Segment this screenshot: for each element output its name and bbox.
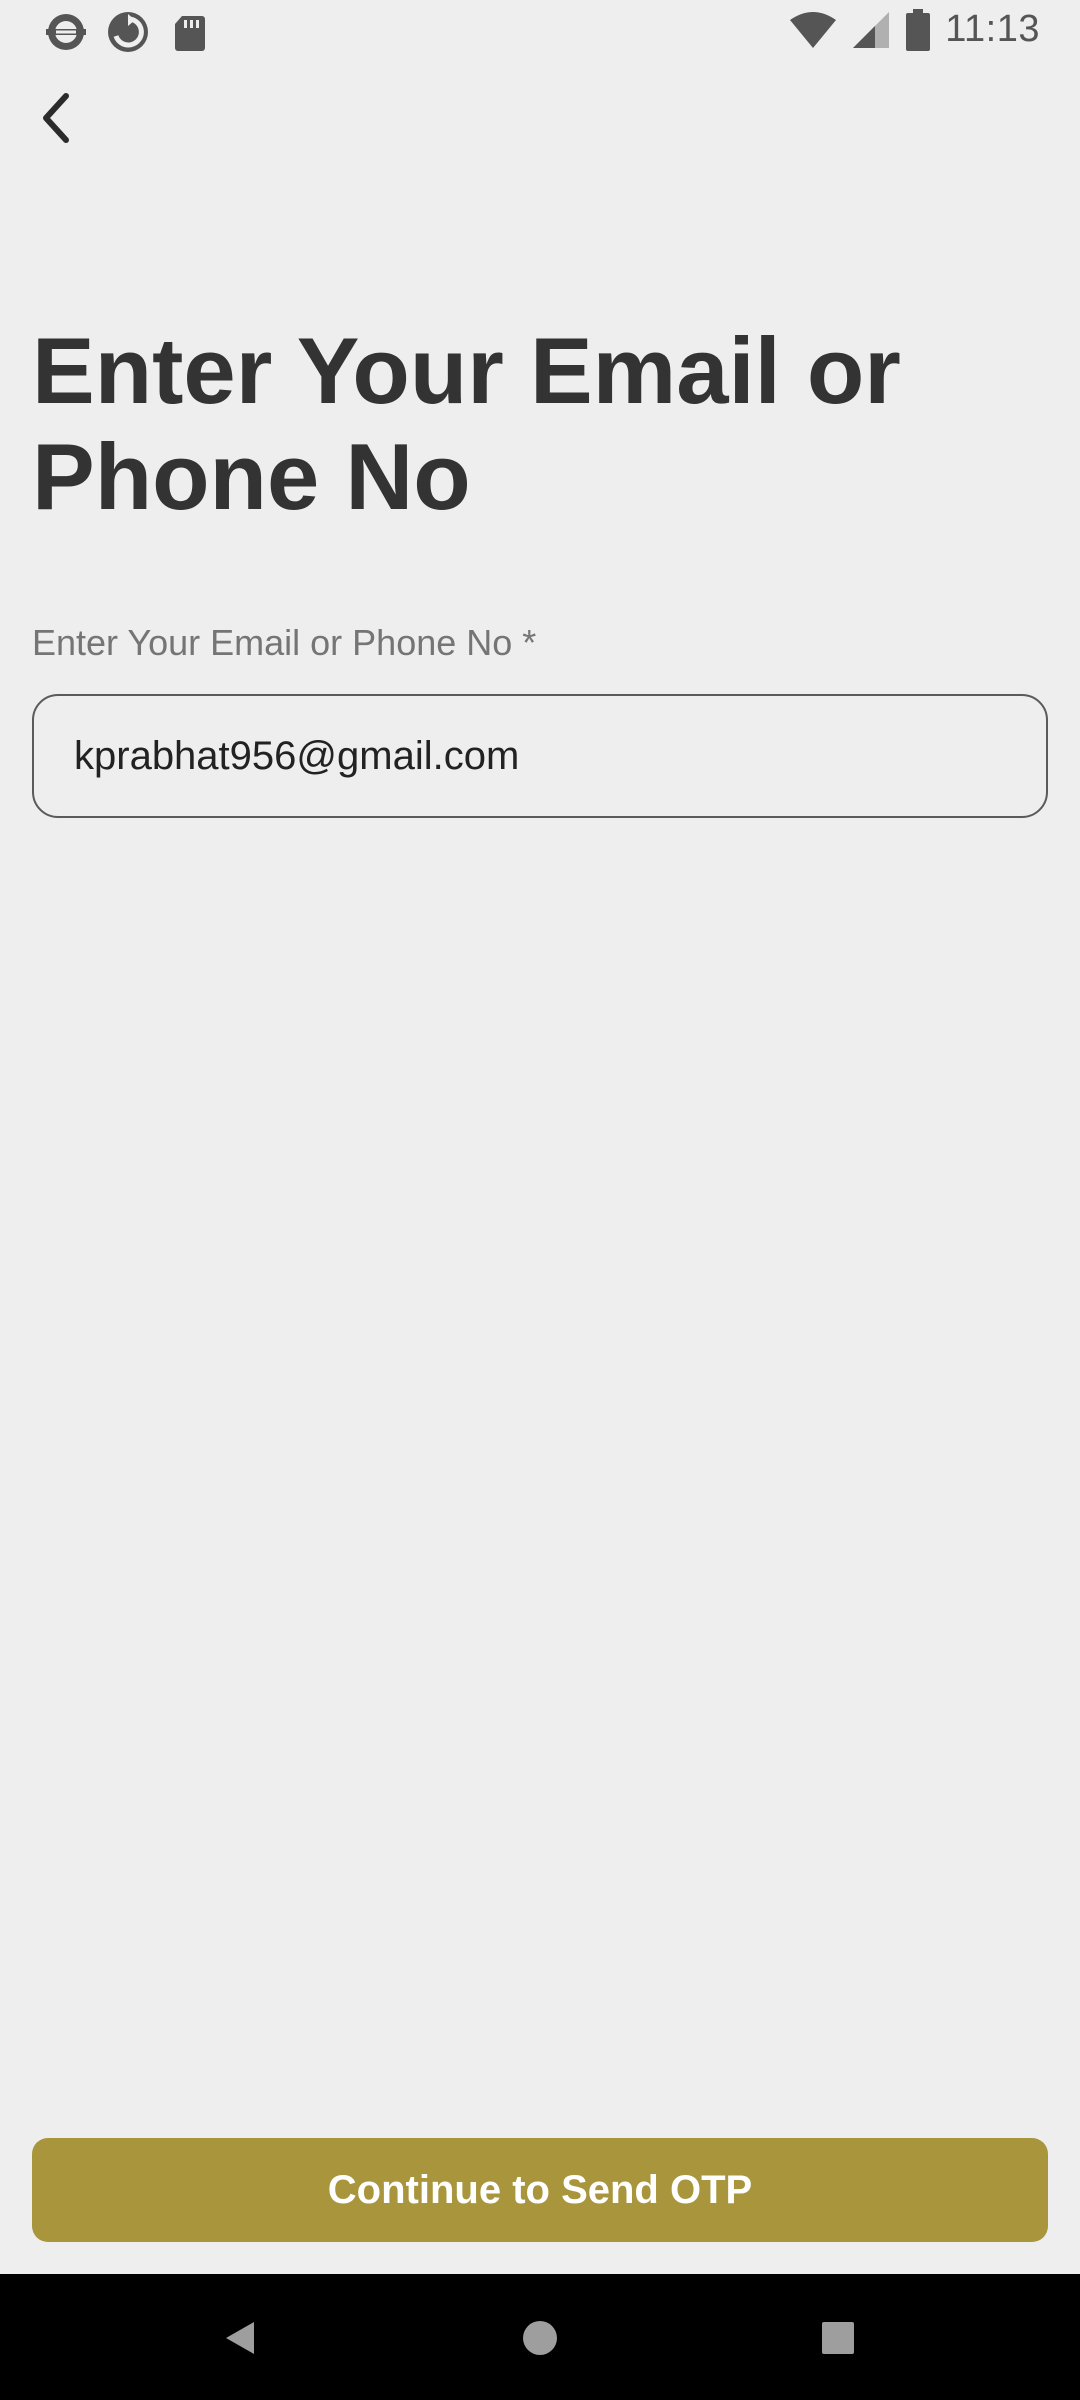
nav-recents-icon: [822, 2322, 854, 2354]
wifi-icon: [790, 11, 837, 48]
sd-card-icon: [175, 16, 205, 51]
nav-back-button[interactable]: [212, 2310, 268, 2366]
status-clock: 11:13: [945, 8, 1040, 50]
nav-recents-button[interactable]: [810, 2310, 866, 2366]
email-field[interactable]: [32, 694, 1048, 818]
chevron-left-icon: [43, 93, 69, 143]
status-left-icons: [44, 10, 212, 54]
status-right-icons: 11:13: [789, 8, 1040, 51]
signal-icon: [853, 11, 890, 48]
email-field-label: Enter Your Email or Phone No *: [32, 622, 537, 663]
nav-back-icon: [226, 2322, 254, 2354]
page-title: Enter Your Email or Phone No: [32, 318, 901, 529]
continue-send-otp-button[interactable]: Continue to Send OTP: [32, 2138, 1048, 2242]
sync-icon: [108, 12, 148, 52]
metro-icon: [46, 14, 86, 50]
system-nav-bar: [0, 2274, 1080, 2400]
nav-home-icon: [523, 2321, 557, 2355]
back-button[interactable]: [20, 82, 92, 154]
battery-icon: [906, 8, 931, 51]
screen: 11:13 Enter Your Email or Phone No Enter…: [0, 0, 1080, 2400]
status-bar: 11:13: [0, 0, 1080, 64]
nav-home-button[interactable]: [512, 2310, 568, 2366]
